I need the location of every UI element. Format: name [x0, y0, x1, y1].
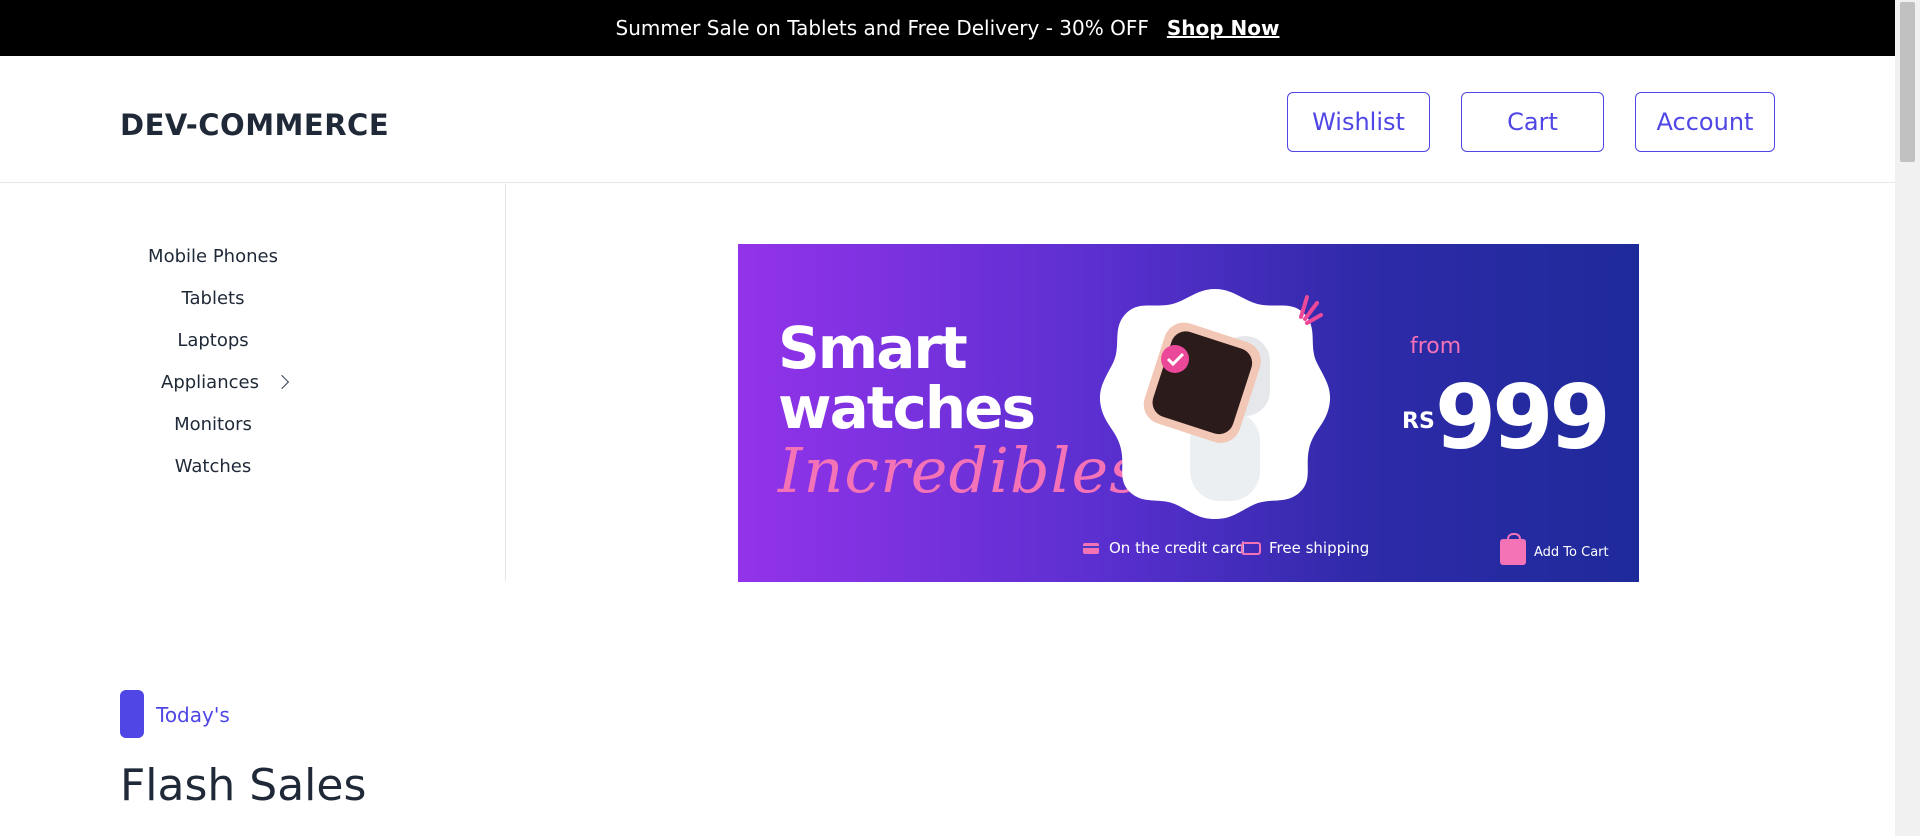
sidebar-item-label: Mobile Phones — [148, 246, 278, 267]
free-shipping-feature: Free shipping — [1241, 539, 1369, 557]
sidebar-item-monitors[interactable]: Monitors — [0, 414, 426, 435]
category-sidebar: Mobile Phones Tablets Laptops Appliances… — [0, 184, 506, 581]
announcement-bar: Summer Sale on Tablets and Free Delivery… — [0, 0, 1895, 56]
banner-currency: RS — [1402, 409, 1435, 434]
banner-add-to-cart[interactable]: Add To Cart — [1500, 533, 1609, 565]
banner-headline-line2: watches — [778, 374, 1036, 442]
sidebar-item-label: Laptops — [177, 330, 249, 351]
announcement-text: Summer Sale on Tablets and Free Delivery… — [615, 16, 1149, 40]
sidebar-item-label: Tablets — [181, 288, 245, 309]
sidebar-item-label: Appliances — [161, 372, 259, 393]
page-scrollbar[interactable] — [1895, 0, 1920, 836]
smartwatch-image — [1099, 289, 1331, 519]
truck-icon — [1241, 541, 1261, 555]
account-button[interactable]: Account — [1635, 92, 1775, 152]
site-header: DEV-COMMERCE Wishlist Cart Account — [0, 56, 1895, 183]
sidebar-item-laptops[interactable]: Laptops — [0, 330, 426, 351]
shopping-bag-icon — [1500, 533, 1526, 565]
banner-headline-line1: Smart — [778, 314, 968, 382]
credit-card-label: On the credit card — [1109, 539, 1245, 557]
wishlist-button[interactable]: Wishlist — [1287, 92, 1430, 152]
promo-banner[interactable]: Smart watches Incredibles from RS 999 On… — [738, 244, 1639, 582]
credit-card-icon — [1083, 542, 1099, 554]
section-accent-marker — [120, 690, 144, 738]
scrollbar-thumb[interactable] — [1900, 2, 1915, 162]
free-shipping-label: Free shipping — [1269, 539, 1370, 557]
add-to-cart-label: Add To Cart — [1534, 544, 1609, 560]
banner-price: 999 — [1435, 366, 1611, 469]
cart-button[interactable]: Cart — [1461, 92, 1604, 152]
banner-script-text: Incredibles — [778, 434, 1143, 507]
sidebar-item-mobile-phones[interactable]: Mobile Phones — [0, 246, 426, 267]
banner-from-label: from — [1410, 334, 1462, 359]
chevron-right-icon — [274, 374, 290, 390]
sidebar-item-tablets[interactable]: Tablets — [0, 288, 426, 309]
credit-card-feature: On the credit card — [1083, 539, 1245, 557]
section-title: Flash Sales — [120, 760, 367, 811]
sidebar-item-label: Monitors — [174, 414, 252, 435]
sidebar-item-label: Watches — [174, 456, 252, 477]
sidebar-item-appliances[interactable]: Appliances — [0, 372, 426, 393]
sidebar-item-watches[interactable]: Watches — [0, 456, 426, 477]
shop-now-link[interactable]: Shop Now — [1167, 16, 1280, 40]
section-eyebrow: Today's — [156, 703, 230, 727]
site-logo[interactable]: DEV-COMMERCE — [120, 108, 389, 142]
